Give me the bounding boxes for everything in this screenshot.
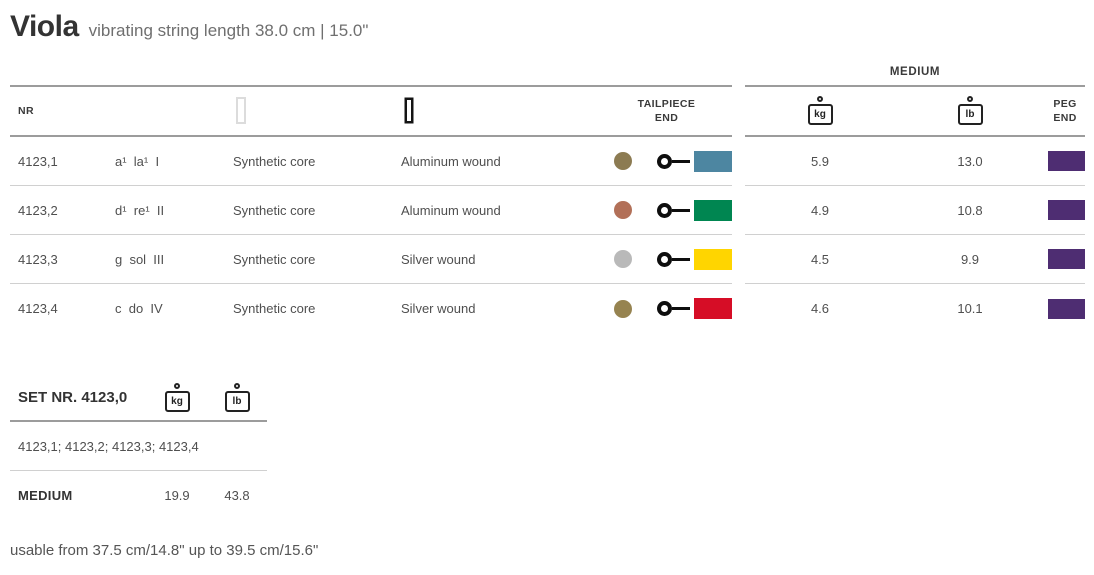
peg-cell — [1045, 249, 1085, 269]
set-kg-column-header: kg — [147, 384, 207, 412]
set-title: SET NR. 4123,0 — [10, 389, 147, 406]
nr-cell: 4123,2 — [10, 203, 115, 218]
note-cell: a¹ la¹ I — [115, 154, 233, 169]
table-row: 4.6 10.1 — [745, 284, 1085, 333]
tension-group-label: MEDIUM — [890, 66, 940, 78]
ball-end-icon — [657, 301, 690, 316]
winding-cell: Aluminum wound — [401, 154, 601, 169]
table-row: 4123,1 a¹ la¹ I Synthetic core Aluminum … — [10, 137, 732, 186]
kg-cell: 5.9 — [745, 154, 895, 169]
tailpiece-cell — [601, 249, 732, 270]
string-color-dot — [614, 250, 632, 268]
kg-cell: 4.5 — [745, 252, 895, 267]
peg-cell — [1045, 200, 1085, 220]
ball-end-icon — [657, 203, 690, 218]
lb-cell: 10.8 — [895, 203, 1045, 218]
page-title: Viola — [10, 10, 79, 44]
peg-color-swatch — [1048, 299, 1085, 319]
weight-hook-icon — [967, 96, 973, 102]
left-header-row: NR TAILPIECE END — [10, 85, 732, 137]
set-variant-label: MEDIUM — [10, 488, 147, 503]
note-cell: c do IV — [115, 301, 233, 316]
core-column-header — [233, 102, 401, 120]
note-cell: d¹ re¹ II — [115, 203, 233, 218]
note-cell: g sol III — [115, 252, 233, 267]
kg-cell: 4.6 — [745, 301, 895, 316]
weight-hook-icon — [234, 383, 240, 389]
lb-weight-label: lb — [958, 104, 983, 125]
set-contents: 4123,1; 4123,2; 4123,3; 4123,4 — [10, 422, 267, 471]
right-header-row: kg lb PEG END — [745, 85, 1085, 137]
table-row: 4123,3 g sol III Synthetic core Silver w… — [10, 235, 732, 284]
kg-weight-label: kg — [808, 104, 833, 125]
ball-end-icon — [657, 252, 690, 267]
string-color-dot — [614, 152, 632, 170]
tailpiece-color-swatch — [694, 249, 732, 270]
tailpiece-cell — [601, 200, 732, 221]
tailpiece-cell — [601, 151, 732, 172]
core-cell: Synthetic core — [233, 203, 401, 218]
page-subtitle: vibrating string length 38.0 cm | 15.0" — [89, 21, 369, 41]
core-cell: Synthetic core — [233, 154, 401, 169]
lb-weight-label: lb — [225, 391, 250, 412]
page-header: Viola vibrating string length 38.0 cm | … — [0, 0, 1094, 44]
nr-cell: 4123,1 — [10, 154, 115, 169]
kg-weight-icon: kg — [165, 391, 190, 412]
lb-cell: 9.9 — [895, 252, 1045, 267]
peg-color-swatch — [1048, 200, 1085, 220]
usable-range-note: usable from 37.5 cm/14.8" up to 39.5 cm/… — [10, 542, 1094, 559]
nr-cell: 4123,3 — [10, 252, 115, 267]
core-cell: Synthetic core — [233, 252, 401, 267]
kg-cell: 4.9 — [745, 203, 895, 218]
kg-column-header: kg — [745, 97, 895, 125]
strings-table: NR TAILPIECE END 4123,1 a¹ la¹ I Synthet… — [10, 58, 1085, 333]
lb-column-header: lb — [895, 97, 1045, 125]
table-row: 4123,4 c do IV Synthetic core Silver wou… — [10, 284, 732, 333]
set-lb-cell: 43.8 — [207, 488, 267, 503]
peg-cell — [1045, 299, 1085, 319]
set-lb-column-header: lb — [207, 384, 267, 412]
ball-end-icon — [657, 154, 690, 169]
winding-cell: Silver wound — [401, 252, 601, 267]
lb-weight-icon: lb — [958, 104, 983, 125]
kg-weight-icon: kg — [808, 104, 833, 125]
tailpiece-cell — [601, 298, 732, 319]
tailpiece-color-swatch — [694, 151, 732, 172]
winding-column-header — [401, 102, 601, 120]
string-color-dot — [614, 201, 632, 219]
set-table: SET NR. 4123,0 kg lb 4123,1; 4123,2; 412… — [10, 375, 267, 520]
lb-cell: 13.0 — [895, 154, 1045, 169]
weight-hook-icon — [174, 383, 180, 389]
core-cell: Synthetic core — [233, 301, 401, 316]
set-kg-cell: 19.9 — [147, 488, 207, 503]
table-row: 5.9 13.0 — [745, 137, 1085, 186]
string-color-dot — [614, 300, 632, 318]
table-row: 4.9 10.8 — [745, 186, 1085, 235]
tailpiece-end-header: TAILPIECE END — [601, 97, 732, 125]
tension-group-caption: MEDIUM — [745, 58, 1085, 85]
set-data-row: MEDIUM 19.9 43.8 — [10, 471, 267, 520]
nr-column-header: NR — [10, 104, 115, 118]
nr-cell: 4123,4 — [10, 301, 115, 316]
strings-table-right: MEDIUM kg lb PEG END 5.9 13.0 4.9 10.8 4… — [745, 58, 1085, 333]
winding-cell: Aluminum wound — [401, 203, 601, 218]
peg-color-swatch — [1048, 249, 1085, 269]
tailpiece-color-swatch — [694, 200, 732, 221]
peg-color-swatch — [1048, 151, 1085, 171]
tailpiece-color-swatch — [694, 298, 732, 319]
kg-weight-label: kg — [165, 391, 190, 412]
weight-hook-icon — [817, 96, 823, 102]
left-caption-spacer — [10, 58, 732, 85]
table-row: 4.5 9.9 — [745, 235, 1085, 284]
strings-table-left: NR TAILPIECE END 4123,1 a¹ la¹ I Synthet… — [10, 58, 732, 333]
table-row: 4123,2 d¹ re¹ II Synthetic core Aluminum… — [10, 186, 732, 235]
peg-cell — [1045, 151, 1085, 171]
peg-end-header: PEG END — [1045, 97, 1085, 125]
lb-cell: 10.1 — [895, 301, 1045, 316]
lb-weight-icon: lb — [225, 391, 250, 412]
winding-cell: Silver wound — [401, 301, 601, 316]
set-header-row: SET NR. 4123,0 kg lb — [10, 375, 267, 422]
